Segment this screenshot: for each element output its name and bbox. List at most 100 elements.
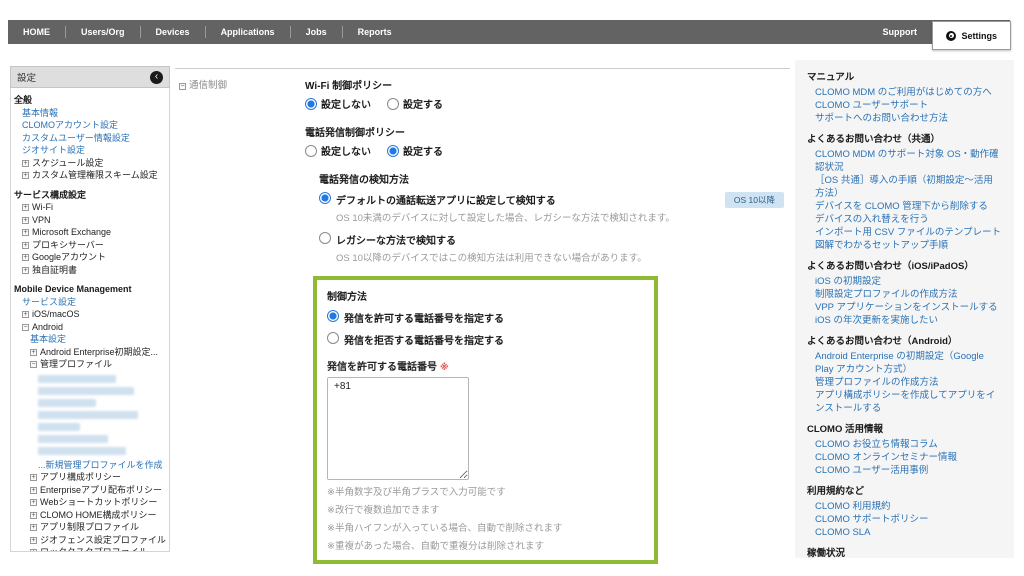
help-link[interactable]: CLOMO オンラインセミナー情報 xyxy=(807,451,1002,464)
wifi-policy-options: 設定しない 設定する xyxy=(305,96,790,111)
call-policy-radio-off[interactable] xyxy=(305,145,317,157)
sidebar-item-label: カスタム管理権限スキーム設定 xyxy=(32,170,158,180)
expand-icon[interactable] xyxy=(30,512,37,519)
sidebar-item-ms-exchange[interactable]: Microsoft Exchange xyxy=(14,226,166,239)
collapse-icon[interactable] xyxy=(22,324,29,331)
help-link[interactable]: CLOMO ユーザー活用事例 xyxy=(807,464,1002,477)
nav-applications[interactable]: Applications xyxy=(206,20,290,44)
wifi-policy-group: Wi-Fi 制御ポリシー 設定しない 設定する xyxy=(305,77,790,111)
collapse-sidebar-icon[interactable]: ‹ xyxy=(150,71,163,84)
expand-icon[interactable] xyxy=(22,160,29,167)
sidebar-item-vpn[interactable]: VPN xyxy=(14,214,166,227)
call-policy-radio-on[interactable] xyxy=(387,145,399,157)
sidebar-item-label: iOS/macOS xyxy=(32,309,80,319)
sidebar-item-service-settings[interactable]: サービス設定 xyxy=(14,296,166,309)
expand-icon[interactable] xyxy=(22,204,29,211)
sidebar-item-own-certificate[interactable]: 独自証明書 xyxy=(14,264,166,277)
wifi-policy-radio-on[interactable] xyxy=(387,98,399,110)
help-link[interactable]: 図解でわかるセットアップ手順 xyxy=(807,239,1002,252)
collapse-icon[interactable] xyxy=(179,83,186,90)
sidebar-item-managed-profile[interactable]: 管理プロファイル xyxy=(14,358,166,371)
help-link[interactable]: 管理プロファイルの作成方法 xyxy=(807,376,1002,389)
expand-icon[interactable] xyxy=(22,217,29,224)
os-version-badge: OS 10以降 xyxy=(725,192,784,208)
sidebar-item-google-account[interactable]: Googleアカウント xyxy=(14,251,166,264)
nav-reports[interactable]: Reports xyxy=(343,20,407,44)
nav-jobs[interactable]: Jobs xyxy=(291,20,342,44)
help-section-title: よくあるお問い合わせ（Android） xyxy=(807,335,1002,348)
sidebar-item-android-enterprise-init[interactable]: Android Enterprise初期設定... xyxy=(14,346,166,359)
tab-settings[interactable]: Settings xyxy=(932,21,1011,50)
sidebar-item-clomo-home-policy[interactable]: CLOMO HOME構成ポリシー xyxy=(14,509,166,522)
detection-default-radio[interactable] xyxy=(319,192,331,204)
help-link[interactable]: CLOMO MDM のサポート対象 OS・動作確認状況 xyxy=(807,148,1002,174)
expand-icon[interactable] xyxy=(22,267,29,274)
help-link[interactable]: CLOMO 利用規約 xyxy=(807,500,1002,513)
nav-users-org[interactable]: Users/Org xyxy=(66,20,140,44)
help-link[interactable]: CLOMO ユーザーサポート xyxy=(807,99,1002,112)
sidebar-item-proxy-server[interactable]: プロキシサーバー xyxy=(14,239,166,252)
help-link[interactable]: CLOMO お役立ち情報コラム xyxy=(807,438,1002,451)
call-policy-group: 電話発信制御ポリシー 設定しない 設定する xyxy=(305,124,790,158)
expand-icon[interactable] xyxy=(30,487,37,494)
sidebar-item-enterprise-app-policy[interactable]: Enterpriseアプリ配布ポリシー xyxy=(14,484,166,497)
expand-icon[interactable] xyxy=(22,229,29,236)
sidebar-item-create-new-profile[interactable]: ...新規管理プロファイルを作成 xyxy=(14,459,166,472)
collapse-icon[interactable] xyxy=(30,361,37,368)
sidebar-item-geofence-profile[interactable]: ジオフェンス設定プロファイル xyxy=(14,534,166,547)
nav-home[interactable]: HOME xyxy=(8,20,65,44)
help-link[interactable]: VPP アプリケーションをインストールする xyxy=(807,301,1002,314)
expand-icon[interactable] xyxy=(30,524,37,531)
expand-icon[interactable] xyxy=(30,549,37,552)
sidebar-item-custom-user-info[interactable]: カスタムユーザー情報設定 xyxy=(14,132,166,145)
sidebar-item-custom-admin-scheme[interactable]: カスタム管理権限スキーム設定 xyxy=(14,169,166,182)
expand-icon[interactable] xyxy=(22,311,29,318)
sidebar-item-clomo-account[interactable]: CLOMOアカウント設定 xyxy=(14,119,166,132)
help-link[interactable]: アプリ構成ポリシーを作成してアプリをインストールする xyxy=(807,389,1002,415)
expand-icon[interactable] xyxy=(22,242,29,249)
help-link[interactable]: 制限設定プロファイルの作成方法 xyxy=(807,288,1002,301)
help-link[interactable]: デバイスの入れ替えを行う xyxy=(807,213,1002,226)
help-link[interactable]: iOS の初期設定 xyxy=(807,275,1002,288)
sidebar-item-label: Microsoft Exchange xyxy=(32,227,111,237)
deny-numbers-option: 発信を拒否する電話番号を指定する xyxy=(327,332,644,347)
expand-icon[interactable] xyxy=(30,474,37,481)
sidebar-item-app-restriction-profile[interactable]: アプリ制限プロファイル xyxy=(14,521,166,534)
expand-icon[interactable] xyxy=(22,254,29,261)
deny-numbers-radio[interactable] xyxy=(327,332,339,344)
sidebar-item-schedule[interactable]: スケジュール設定 xyxy=(14,157,166,170)
help-link[interactable]: インポート用 CSV ファイルのテンプレート xyxy=(807,226,1002,239)
sidebar-item-geosite[interactable]: ジオサイト設定 xyxy=(14,144,166,157)
help-link[interactable]: iOS の年次更新を実施したい xyxy=(807,314,1002,327)
wifi-policy-radio-off[interactable] xyxy=(305,98,317,110)
input-note: ※半角ハイフンが入っている場合、自動で削除されます xyxy=(327,520,644,534)
nav-support[interactable]: Support xyxy=(868,20,933,44)
sidebar-item-android[interactable]: Android xyxy=(14,321,166,334)
sidebar-item-app-config-policy[interactable]: アプリ構成ポリシー xyxy=(14,471,166,484)
sidebar-item-ios-macos[interactable]: iOS/macOS xyxy=(14,308,166,321)
sidebar-item-wifi[interactable]: Wi-Fi xyxy=(14,201,166,214)
allow-numbers-option: 発信を許可する電話番号を指定する xyxy=(327,310,644,325)
help-link[interactable]: CLOMO サポートポリシー xyxy=(807,513,1002,526)
nav-devices[interactable]: Devices xyxy=(141,20,205,44)
detection-legacy-radio[interactable] xyxy=(319,232,331,244)
sidebar-item-web-shortcut-policy[interactable]: Webショートカットポリシー xyxy=(14,496,166,509)
sidebar-item-basic-info[interactable]: 基本情報 xyxy=(14,107,166,120)
allowed-phone-numbers-textarea[interactable]: +81 xyxy=(327,377,469,480)
help-link[interactable]: サポートへのお問い合わせ方法 xyxy=(807,112,1002,125)
expand-icon[interactable] xyxy=(30,537,37,544)
sidebar-item-label: アプリ構成ポリシー xyxy=(40,472,121,482)
help-link[interactable]: デバイスを CLOMO 管理下から削除する xyxy=(807,200,1002,213)
help-link[interactable]: Android Enterprise の初期設定（Google Play アカウ… xyxy=(807,350,1002,376)
sidebar-item-android-basic[interactable]: 基本設定 xyxy=(14,333,166,346)
control-method-label: 制御方法 xyxy=(327,288,644,303)
help-link[interactable]: CLOMO MDM のご利用がはじめての方へ xyxy=(807,86,1002,99)
help-link[interactable]: ［OS 共通］導入の手順（初期設定～活用方法） xyxy=(807,174,1002,200)
allow-numbers-radio[interactable] xyxy=(327,310,339,322)
expand-icon[interactable] xyxy=(30,499,37,506)
sidebar-item-label: Webショートカットポリシー xyxy=(40,497,157,507)
sidebar-item-locktask-profile[interactable]: ロックタスクプロファイル xyxy=(14,546,166,552)
expand-icon[interactable] xyxy=(22,172,29,179)
help-link[interactable]: CLOMO SLA xyxy=(807,526,1002,539)
expand-icon[interactable] xyxy=(30,349,37,356)
